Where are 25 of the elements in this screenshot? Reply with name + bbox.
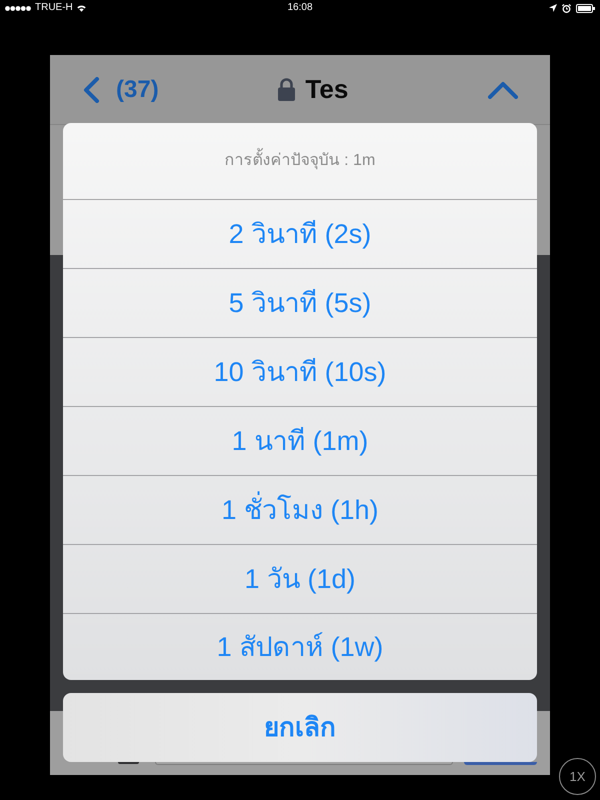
duration-option[interactable]: 10 วินาที (10s) [63,337,537,406]
up-chevron-icon[interactable] [488,80,518,98]
clock-time: 16:08 [287,3,313,13]
back-chevron-icon [82,76,100,102]
duration-option[interactable]: 1 สัปดาห์ (1w) [63,613,537,680]
zoom-mode-button[interactable]: 1X [559,758,596,795]
lock-icon [278,78,296,101]
location-arrow-icon [549,4,557,12]
carrier-name: TRUE-H [35,3,73,13]
duration-option[interactable]: 5 วินาที (5s) [63,268,537,337]
duration-option[interactable]: 2 วินาที (2s) [63,199,537,268]
duration-option[interactable]: 1 นาที (1m) [63,406,537,475]
battery-icon [576,4,595,12]
alarm-clock-icon [562,4,571,12]
circle-edge-icon [118,762,139,764]
cancel-button[interactable]: ยกเลิก [63,693,537,762]
signal-strength-icon [5,6,31,10]
wifi-icon [76,4,86,12]
current-setting-label: การตั้งค่าปัจจุบัน : 1m [224,149,376,173]
back-button[interactable]: (37) [82,72,159,108]
conversation-title: Tes [305,73,348,106]
message-input-field[interactable] [155,762,453,765]
duration-option[interactable]: 1 ชั่วโมง (1h) [63,475,537,544]
duration-option[interactable]: 1 วัน (1d) [63,544,537,613]
send-button[interactable] [464,762,537,765]
